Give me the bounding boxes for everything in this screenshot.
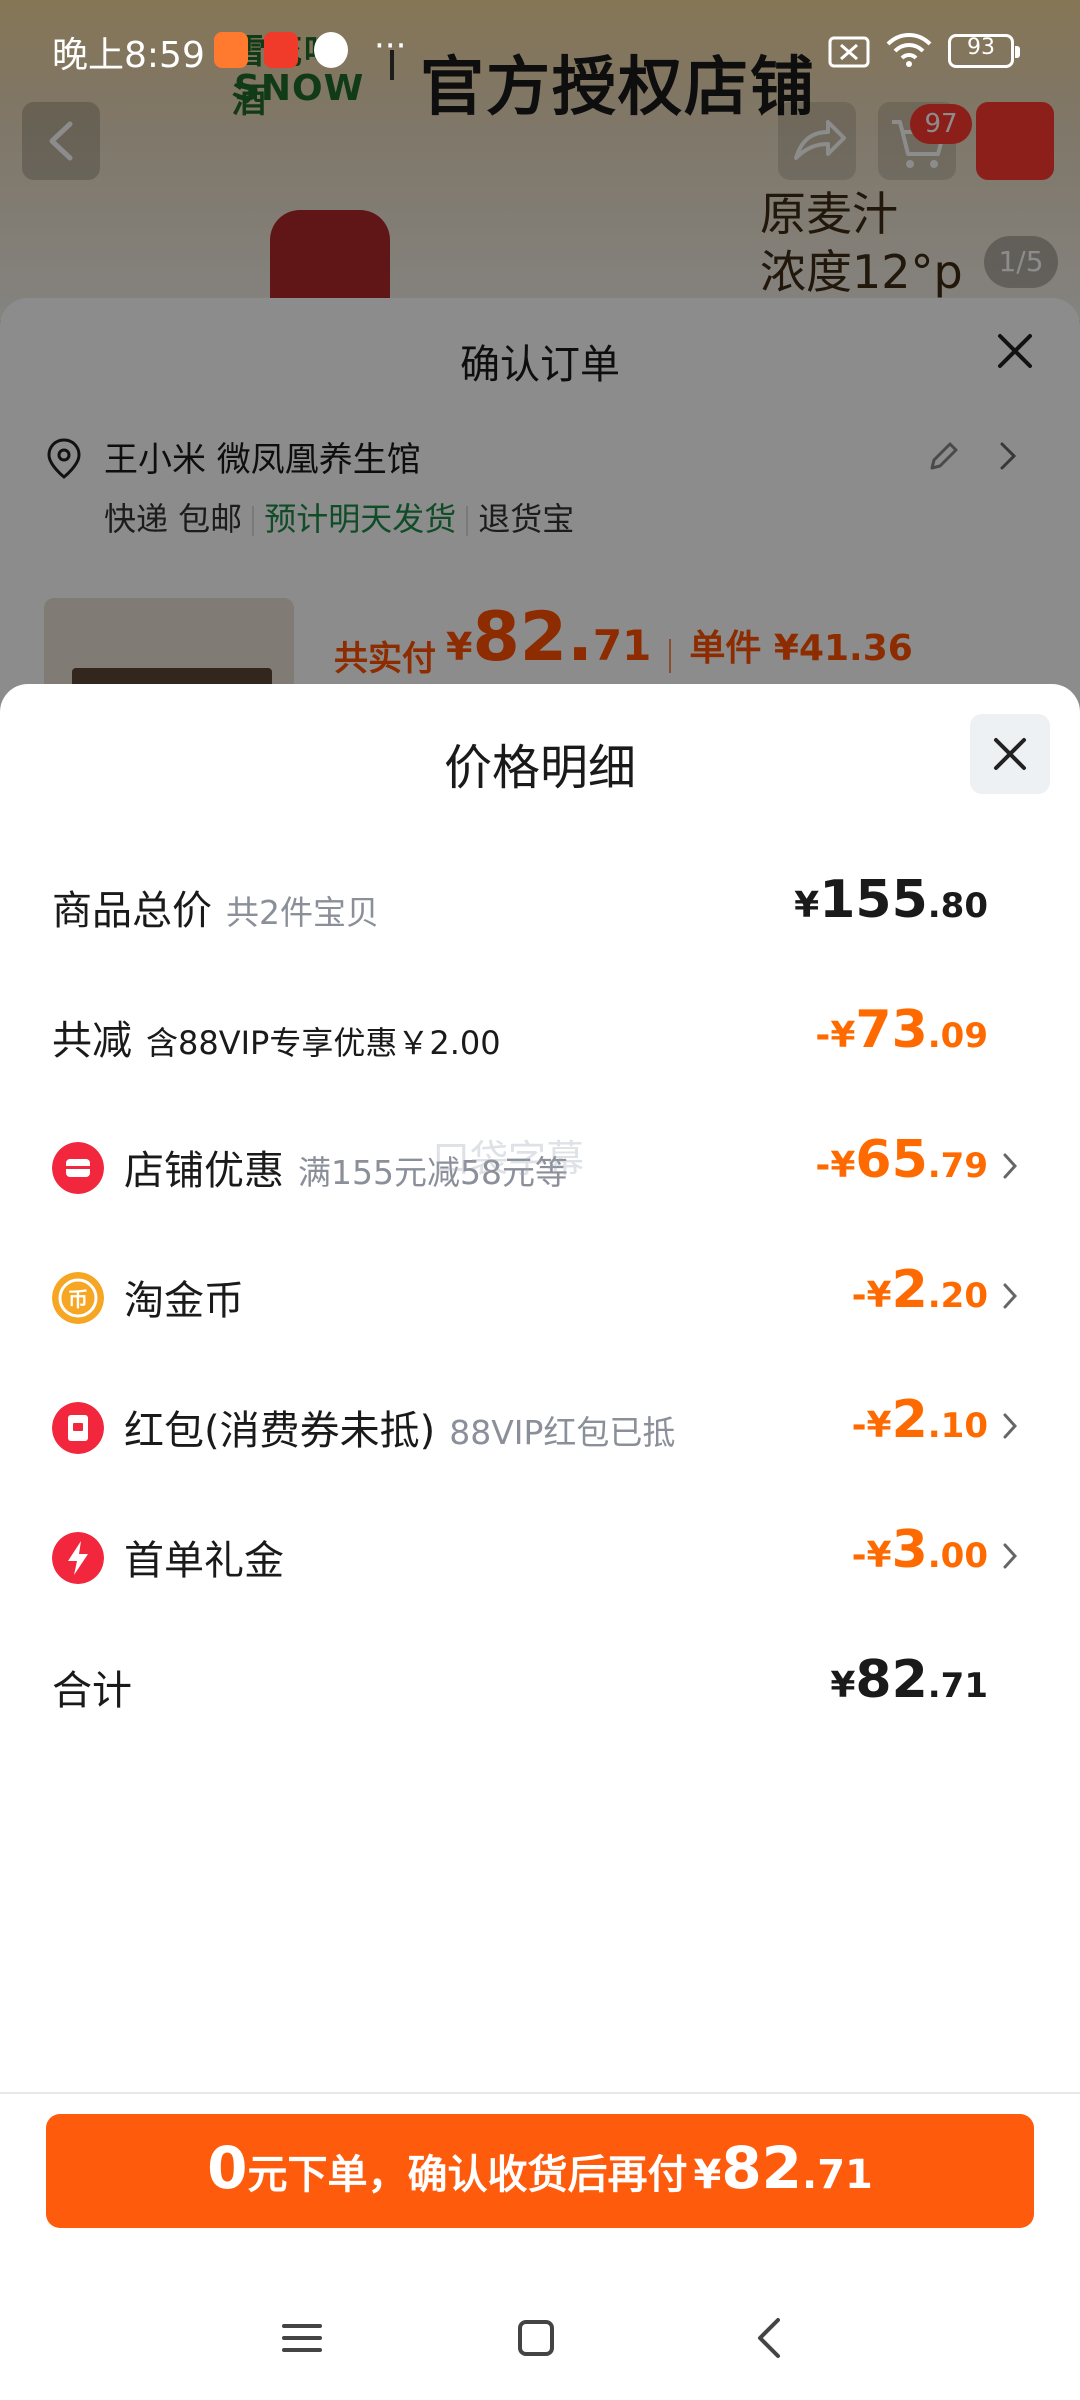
amount-int: 73 [855, 1000, 928, 1060]
app-notification-icon [264, 32, 298, 68]
amount-dec: .20 [927, 1276, 988, 1316]
chevron-right-icon [1003, 1153, 1018, 1179]
total-discount-value: -¥73.09 [815, 1000, 988, 1060]
amount-dec: .00 [927, 1536, 988, 1576]
store-discount-value: -¥65.79 [815, 1130, 988, 1190]
row-label: 首单礼金 [124, 1528, 284, 1586]
row-label: 商品总价 共2件宝贝 [52, 878, 379, 936]
amount-int: 2 [891, 1260, 928, 1320]
row-gold-coins[interactable]: 币 淘金币 -¥2.20 [0, 1256, 1080, 1336]
first-order-gift-value: -¥3.00 [852, 1520, 988, 1580]
currency: -¥ [851, 1405, 892, 1446]
amount-dec: .79 [927, 1146, 988, 1186]
place-order-label: 0元下单，确认收货后再付 ¥82.71 [46, 2134, 1034, 2202]
row-label: 共减 含88VIP专享优惠￥2.00 [52, 1008, 501, 1066]
row-goods-total: 商品总价 共2件宝贝 ¥155.80 [0, 866, 1080, 946]
taobao-app-icon [214, 32, 248, 68]
goods-count: 共2件宝贝 [226, 893, 379, 932]
total-discount-label: 共减 [52, 1018, 132, 1064]
gold-coin-icon: 币 [52, 1272, 104, 1324]
currency: ¥ [794, 885, 820, 926]
cta-amount-dec: .71 [802, 2152, 873, 2198]
back-icon[interactable] [740, 2308, 800, 2368]
gold-coins-label: 淘金币 [124, 1278, 244, 1324]
battery-level: 93 [967, 35, 995, 60]
goods-total-value: ¥155.80 [794, 870, 988, 930]
first-order-gift-label: 首单礼金 [124, 1538, 284, 1584]
status-bar: 晚上8:59 ··· 93 [0, 0, 1080, 100]
amount-int: 3 [891, 1520, 928, 1580]
app-notification-icon-2 [314, 32, 348, 68]
row-label: 红包(消费券未抵) 88VIP红包已抵 [124, 1398, 675, 1456]
amount-dec: .71 [927, 1666, 988, 1706]
footer-divider [0, 2092, 1080, 2094]
row-label: 淘金币 [124, 1268, 244, 1326]
currency: -¥ [851, 1535, 892, 1576]
row-grand-total: 合计 ¥82.71 [0, 1646, 1080, 1726]
red-packet-note: 88VIP红包已抵 [449, 1413, 676, 1452]
flash-gift-icon [52, 1532, 104, 1584]
goods-total-label: 商品总价 [52, 888, 212, 934]
red-packet-value: -¥2.10 [852, 1390, 988, 1450]
place-order-button[interactable]: 0元下单，确认收货后再付 ¥82.71 [46, 2114, 1034, 2228]
store-discount-label: 店铺优惠 [124, 1148, 284, 1194]
watermark-text: 口袋字幕 [432, 1137, 585, 1181]
amount-dec: .80 [927, 886, 988, 926]
amount-int: 155 [819, 870, 928, 930]
status-time: 晚上8:59 [52, 35, 205, 76]
system-nav-bar [0, 2280, 1080, 2400]
row-total-discount: 共减 含88VIP专享优惠￥2.00 -¥73.09 [0, 996, 1080, 1076]
currency: ¥ [830, 1665, 856, 1706]
row-red-packet[interactable]: 红包(消费券未抵) 88VIP红包已抵 -¥2.10 [0, 1386, 1080, 1466]
gold-coins-value: -¥2.20 [852, 1260, 988, 1320]
chevron-right-icon [1003, 1543, 1018, 1569]
amount-int: 82 [855, 1650, 928, 1710]
row-label: 合计 [52, 1658, 132, 1716]
wifi-icon [886, 33, 932, 67]
no-sim-icon [828, 36, 870, 68]
red-packet-icon [52, 1402, 104, 1454]
grand-total-value: ¥82.71 [830, 1650, 988, 1710]
cta-zero: 0 [207, 2134, 248, 2202]
close-button[interactable] [970, 714, 1050, 794]
store-coupon-icon [52, 1142, 104, 1194]
cta-text: 元下单，确认收货后再付 [247, 2152, 688, 2198]
amount-dec: .09 [927, 1016, 988, 1056]
amount-dec: .10 [927, 1406, 988, 1446]
amount-int: 65 [855, 1130, 928, 1190]
close-icon [994, 738, 1026, 770]
red-packet-label: 红包(消费券未抵) [124, 1408, 436, 1454]
currency: -¥ [851, 1275, 892, 1316]
row-first-order-gift[interactable]: 首单礼金 -¥3.00 [0, 1516, 1080, 1596]
vip-discount-note: 含88VIP专享优惠￥2.00 [146, 1024, 501, 1062]
more-notifications-icon: ··· [374, 26, 407, 66]
battery-icon: 93 [948, 34, 1020, 68]
currency: -¥ [815, 1145, 856, 1186]
chevron-right-icon [1003, 1283, 1018, 1309]
menu-icon[interactable] [272, 2308, 332, 2368]
price-detail-title: 价格明细 [443, 740, 636, 796]
grand-total-label: 合计 [52, 1668, 132, 1714]
chevron-right-icon [1003, 1413, 1018, 1439]
amount-int: 2 [891, 1390, 928, 1450]
cta-amount-int: 82 [721, 2134, 803, 2202]
cta-currency: ¥ [693, 2152, 722, 2198]
svg-text:币: 币 [68, 1287, 88, 1311]
currency: -¥ [815, 1015, 856, 1056]
home-icon[interactable] [506, 2308, 566, 2368]
